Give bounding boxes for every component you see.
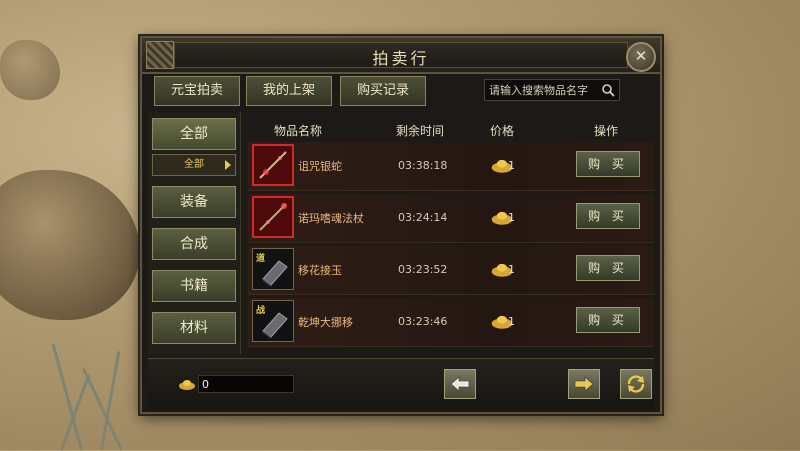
refresh-icon <box>627 375 645 393</box>
category-sidebar: 全部 全部 装备 合成 书籍 材料 <box>148 112 241 354</box>
item-price: 1 <box>508 315 515 328</box>
buy-button[interactable]: 购 买 <box>576 255 640 281</box>
item-list: 物品名称 剩余时间 价格 操作 诅咒银蛇 03:38:18 1 购 买 诺玛嗜魂… <box>244 112 656 354</box>
item-icon[interactable]: 战 <box>252 300 294 342</box>
prev-page-button[interactable] <box>444 369 476 399</box>
yuanbao-balance: 0 <box>198 375 294 393</box>
window-title: 拍卖行 <box>372 49 430 68</box>
column-header-price: 价格 <box>490 124 515 138</box>
item-name: 移花接玉 <box>298 264 342 277</box>
top-tabs: 元宝拍卖 我的上架 购买记录 请输入搜索物品名字 <box>150 76 652 106</box>
table-row: 道 移花接玉 03:23:52 1 购 买 <box>248 246 654 295</box>
title-bar: 拍卖行 ✕ <box>142 38 660 74</box>
footer-bar: 0 <box>148 358 654 409</box>
search-input[interactable]: 请输入搜索物品名字 <box>484 79 620 101</box>
item-remaining-time: 03:23:52 <box>398 263 448 276</box>
item-price: 1 <box>508 263 515 276</box>
item-remaining-time: 03:38:18 <box>398 159 448 172</box>
gold-ingot-icon <box>179 380 195 390</box>
category-equipment[interactable]: 装备 <box>152 186 236 218</box>
table-row: 诅咒银蛇 03:38:18 1 购 买 <box>248 142 654 191</box>
buy-button[interactable]: 购 买 <box>576 151 640 177</box>
arrow-right-icon <box>574 376 594 392</box>
item-name: 诅咒银蛇 <box>298 160 342 173</box>
subcategory-label: 全部 <box>184 159 204 170</box>
tab-my-listings[interactable]: 我的上架 <box>246 76 332 106</box>
item-price: 1 <box>508 211 515 224</box>
tab-purchase-history[interactable]: 购买记录 <box>340 76 426 106</box>
close-icon: ✕ <box>634 47 648 65</box>
item-icon[interactable] <box>252 144 294 186</box>
category-all[interactable]: 全部 <box>152 118 236 150</box>
item-name: 诺玛嗜魂法杖 <box>298 212 364 225</box>
item-remaining-time: 03:24:14 <box>398 211 448 224</box>
category-materials[interactable]: 材料 <box>152 312 236 344</box>
arrow-right-icon <box>225 160 231 170</box>
next-page-button[interactable] <box>568 369 600 399</box>
terrain-rock <box>0 170 140 320</box>
terrain-rock <box>0 40 60 100</box>
tab-yuanbao-auction[interactable]: 元宝拍卖 <box>154 76 240 106</box>
arrow-left-icon <box>450 376 470 392</box>
item-name: 乾坤大挪移 <box>298 316 353 329</box>
search-placeholder: 请输入搜索物品名字 <box>489 84 588 97</box>
search-icon[interactable] <box>601 83 615 97</box>
auction-window: 拍卖行 ✕ 元宝拍卖 我的上架 购买记录 请输入搜索物品名字 全部 全部 装备 … <box>140 36 662 414</box>
column-header-action: 操作 <box>594 124 619 138</box>
close-button[interactable]: ✕ <box>626 42 656 72</box>
category-books[interactable]: 书籍 <box>152 270 236 302</box>
category-synthesis[interactable]: 合成 <box>152 228 236 260</box>
sword-icon <box>259 151 287 179</box>
item-icon[interactable] <box>252 196 294 238</box>
table-row: 战 乾坤大挪移 03:23:46 1 购 买 <box>248 298 654 347</box>
buy-button[interactable]: 购 买 <box>576 307 640 333</box>
item-icon[interactable]: 道 <box>252 248 294 290</box>
item-remaining-time: 03:23:46 <box>398 315 448 328</box>
item-price: 1 <box>508 159 515 172</box>
book-tag: 战 <box>256 306 266 316</box>
column-header-name: 物品名称 <box>274 124 323 138</box>
grass <box>100 351 121 451</box>
subcategory-all[interactable]: 全部 <box>152 154 236 176</box>
buy-button[interactable]: 购 买 <box>576 203 640 229</box>
book-tag: 道 <box>256 254 266 264</box>
refresh-button[interactable] <box>620 369 652 399</box>
column-header-time: 剩余时间 <box>396 124 445 138</box>
staff-icon <box>259 203 287 231</box>
table-row: 诺玛嗜魂法杖 03:24:14 1 购 买 <box>248 194 654 243</box>
